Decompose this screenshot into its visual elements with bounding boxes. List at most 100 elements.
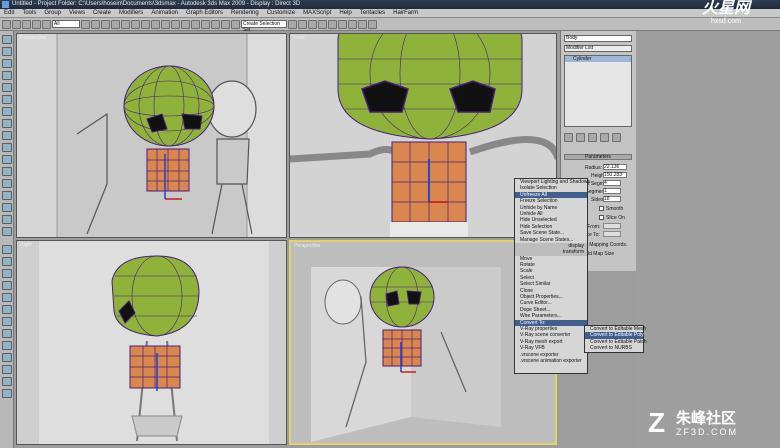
material-editor-icon[interactable]	[338, 19, 347, 29]
tool-icon[interactable]	[2, 281, 12, 290]
manipulate-icon[interactable]	[171, 19, 180, 29]
tool-icon[interactable]	[2, 305, 12, 314]
scale-icon[interactable]	[141, 19, 150, 29]
tool-icon[interactable]	[2, 293, 12, 302]
tool-icon[interactable]	[2, 227, 12, 236]
menu-graph-editors[interactable]: Graph Editors	[182, 9, 227, 18]
tool-icon[interactable]	[2, 377, 12, 386]
move-icon[interactable]	[121, 19, 130, 29]
scene-render	[17, 34, 286, 237]
stack-item[interactable]: Cylinder	[565, 56, 631, 62]
tool-icon[interactable]	[2, 269, 12, 278]
tool-icon[interactable]	[2, 179, 12, 188]
tool-icon[interactable]	[2, 119, 12, 128]
select-by-name-icon[interactable]	[91, 19, 100, 29]
undo-icon[interactable]	[2, 19, 11, 29]
tool-icon[interactable]	[2, 95, 12, 104]
redo-icon[interactable]	[12, 19, 21, 29]
sides-field[interactable]: 18	[603, 196, 621, 202]
tool-icon[interactable]	[2, 341, 12, 350]
menu-item[interactable]: .vrscene animation exporter	[515, 358, 587, 364]
selection-filter-dropdown[interactable]: All	[52, 20, 80, 28]
tool-icon[interactable]	[2, 329, 12, 338]
percent-snap-icon[interactable]	[211, 19, 220, 29]
tool-icon[interactable]	[2, 71, 12, 80]
slice-on-checkbox[interactable]	[599, 215, 604, 220]
slice-to-field[interactable]	[603, 231, 621, 237]
menu-views[interactable]: Views	[65, 9, 89, 18]
quick-render-icon[interactable]	[368, 19, 377, 29]
curve-editor-icon[interactable]	[318, 19, 327, 29]
slice-from-field[interactable]	[603, 223, 621, 229]
tool-icon[interactable]	[2, 245, 12, 254]
menu-customize[interactable]: Customize	[263, 9, 299, 18]
edit-named-selection-icon[interactable]	[231, 19, 240, 29]
menu-tentacles[interactable]: Tentacles	[356, 9, 389, 18]
slice-on-label: Slice On	[606, 215, 625, 221]
tool-icon[interactable]	[2, 131, 12, 140]
tool-icon[interactable]	[2, 167, 12, 176]
menu-animation[interactable]: Animation	[147, 9, 182, 18]
rectangle-selection-icon[interactable]	[101, 19, 110, 29]
tool-icon[interactable]	[2, 191, 12, 200]
tool-icon[interactable]	[2, 83, 12, 92]
smooth-checkbox[interactable]	[599, 206, 604, 211]
object-name-field[interactable]: Body	[564, 35, 632, 42]
tool-icon[interactable]	[2, 47, 12, 56]
schematic-view-icon[interactable]	[328, 19, 337, 29]
rotate-icon[interactable]	[131, 19, 140, 29]
pin-stack-icon[interactable]	[564, 133, 573, 142]
named-selection-set-dropdown[interactable]: Create Selection Set	[241, 20, 287, 33]
tool-icon[interactable]	[2, 257, 12, 266]
viewport-top-left[interactable]: Perspective	[16, 33, 287, 238]
tool-icon[interactable]	[2, 365, 12, 374]
menu-group[interactable]: Group	[40, 9, 65, 18]
coord-system-icon[interactable]	[151, 19, 160, 29]
show-end-result-icon[interactable]	[576, 133, 585, 142]
tool-icon[interactable]	[2, 107, 12, 116]
layer-manager-icon[interactable]	[308, 19, 317, 29]
window-crossing-icon[interactable]	[111, 19, 120, 29]
pivot-icon[interactable]	[161, 19, 170, 29]
keyboard-shortcut-icon[interactable]	[181, 19, 190, 29]
make-unique-icon[interactable]	[588, 133, 597, 142]
viewport-bottom-left[interactable]: Right	[16, 240, 287, 445]
menu-create[interactable]: Create	[89, 9, 115, 18]
snap-toggle-icon[interactable]	[191, 19, 200, 29]
menu-rendering[interactable]: Rendering	[227, 9, 263, 18]
tool-icon[interactable]	[2, 353, 12, 362]
spinner-snap-icon[interactable]	[221, 19, 230, 29]
tool-icon[interactable]	[2, 155, 12, 164]
modifier-list-dropdown[interactable]: Modifier List	[564, 45, 632, 52]
tool-icon[interactable]	[2, 35, 12, 44]
menu-modifiers[interactable]: Modifiers	[115, 9, 147, 18]
unlink-icon[interactable]	[32, 19, 41, 29]
mirror-icon[interactable]	[288, 19, 297, 29]
tool-icon[interactable]	[2, 317, 12, 326]
tool-icon[interactable]	[2, 143, 12, 152]
parameters-rollout[interactable]: Parameters	[564, 154, 632, 160]
menu-maxscript[interactable]: MAXScript	[299, 9, 335, 18]
angle-snap-icon[interactable]	[201, 19, 210, 29]
align-icon[interactable]	[298, 19, 307, 29]
cap-segments-field[interactable]: 1	[603, 188, 621, 194]
tool-icon[interactable]	[2, 203, 12, 212]
configure-modifier-sets-icon[interactable]	[612, 133, 621, 142]
menu-tools[interactable]: Tools	[18, 9, 40, 18]
bind-space-warp-icon[interactable]	[42, 19, 51, 29]
link-icon[interactable]	[22, 19, 31, 29]
tool-icon[interactable]	[2, 59, 12, 68]
rendered-frame-icon[interactable]	[358, 19, 367, 29]
select-object-icon[interactable]	[81, 19, 90, 29]
height-segments-field[interactable]: 4	[603, 180, 621, 186]
remove-modifier-icon[interactable]	[600, 133, 609, 142]
tool-icon[interactable]	[2, 215, 12, 224]
height-field[interactable]: 150.283	[603, 172, 627, 178]
menu-edit[interactable]: Edit	[0, 9, 18, 18]
menu-item[interactable]: Convert to NURBS	[585, 345, 643, 351]
menu-help[interactable]: Help	[335, 9, 355, 18]
tool-icon[interactable]	[2, 389, 12, 398]
radius-field[interactable]: 22.136	[603, 164, 627, 170]
menu-hairfarm[interactable]: HairFarm	[389, 9, 422, 18]
render-setup-icon[interactable]	[348, 19, 357, 29]
